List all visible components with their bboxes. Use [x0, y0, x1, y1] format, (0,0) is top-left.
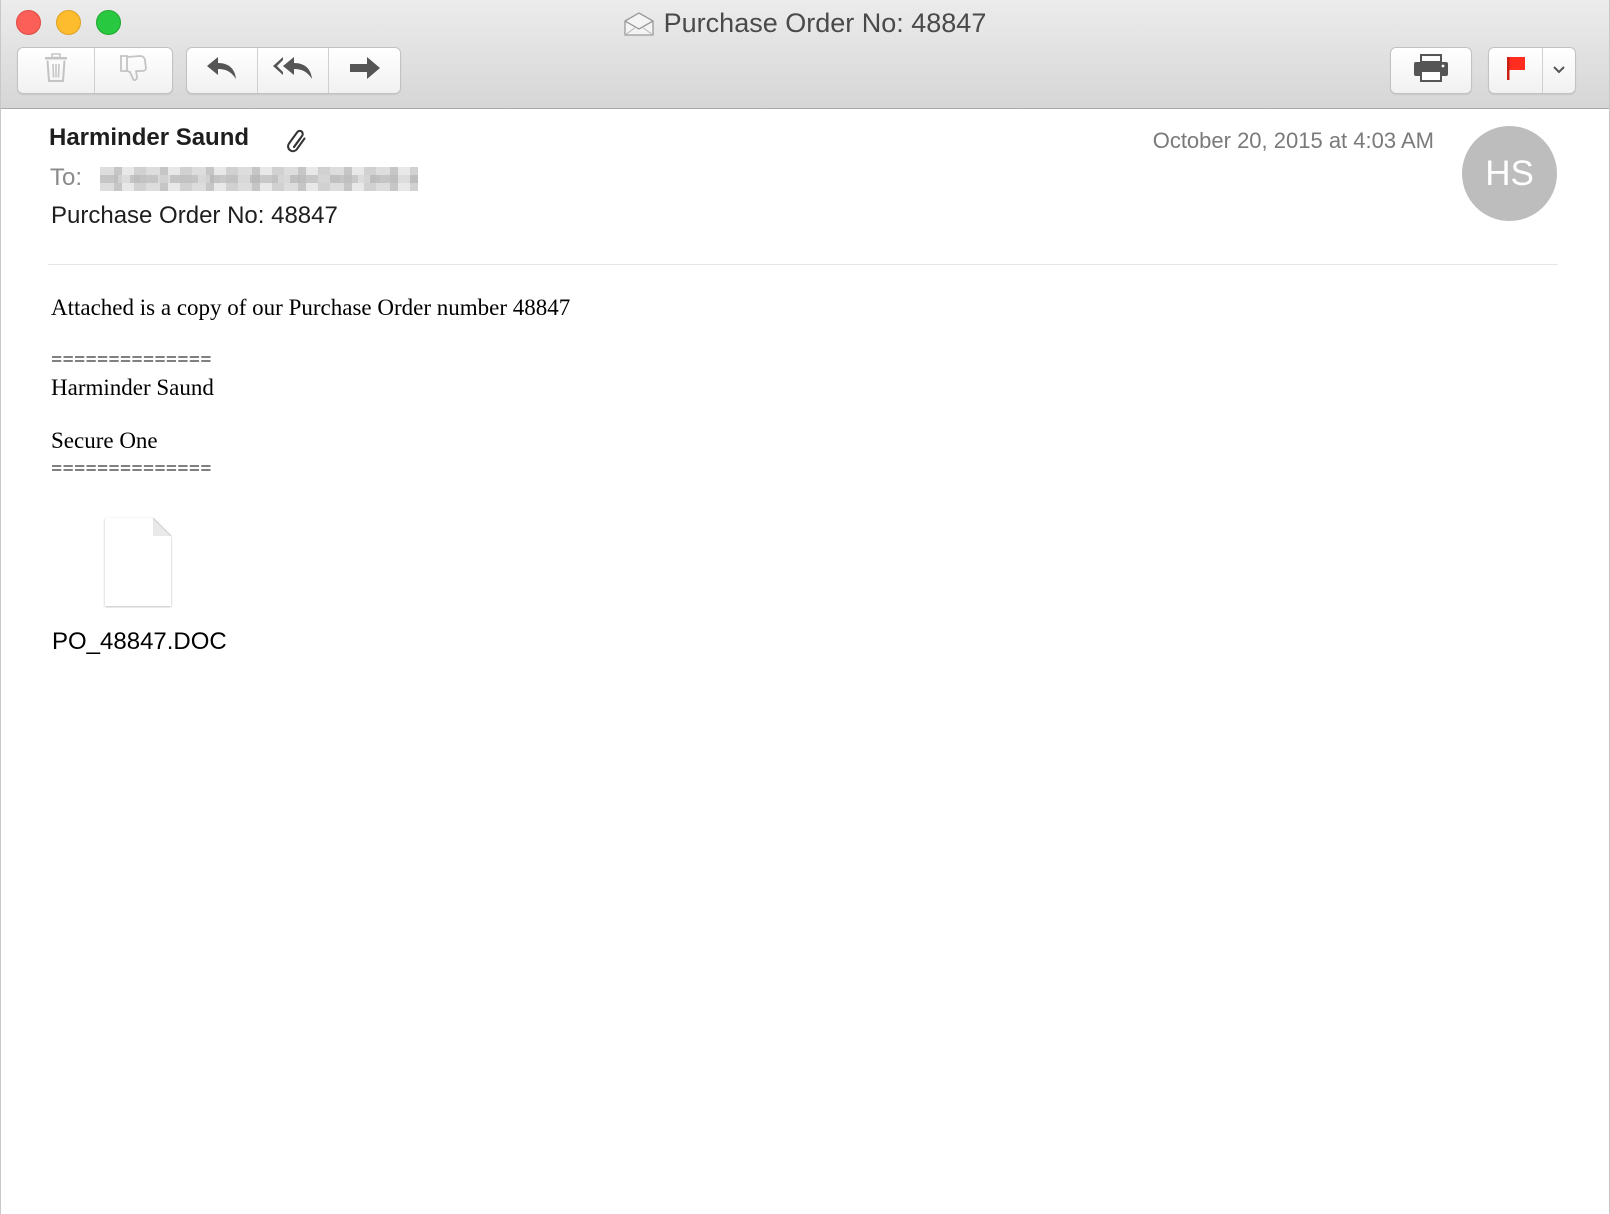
document-file-icon[interactable] [103, 516, 173, 608]
header-divider [48, 264, 1558, 265]
window-title: Purchase Order No: 48847 [663, 8, 987, 38]
signature-company: Secure One [51, 428, 158, 453]
printer-icon [1412, 53, 1450, 88]
flag-menu-button[interactable] [1543, 48, 1575, 93]
junk-button[interactable] [95, 48, 172, 93]
reply-arrow-icon [205, 54, 239, 87]
delete-junk-group [17, 47, 173, 94]
signature-name: Harminder Saund [51, 375, 214, 400]
flag-button[interactable] [1489, 48, 1543, 93]
delete-button[interactable] [18, 48, 95, 93]
print-button[interactable] [1391, 48, 1471, 93]
flag-group [1488, 47, 1576, 94]
attachment-filename[interactable]: PO_48847.DOC [52, 628, 227, 656]
to-label: To: [50, 164, 83, 191]
body-line-intro: Attached is a copy of our Purchase Order… [51, 295, 571, 320]
flag-icon [1504, 54, 1528, 87]
sender-name[interactable]: Harminder Saund [49, 124, 249, 152]
avatar: HS [1462, 126, 1557, 221]
reply-group [186, 47, 401, 94]
mail-window: Purchase Order No: 48847 Harminder Saund… [0, 0, 1610, 1214]
window-title-area: Purchase Order No: 48847 [1, 6, 1609, 40]
message-subject: Purchase Order No: 48847 [51, 202, 338, 229]
forward-arrow-icon [348, 54, 382, 87]
reply-all-button[interactable] [258, 48, 329, 93]
print-group [1390, 47, 1472, 94]
chevron-down-icon [1552, 62, 1566, 80]
title-bar: Purchase Order No: 48847 [1, 0, 1609, 109]
forward-button[interactable] [329, 48, 400, 93]
attachment[interactable]: PO_48847.DOC [51, 516, 231, 656]
reply-all-arrow-icon [271, 54, 315, 87]
message-date: October 20, 2015 at 4:03 AM [1152, 128, 1434, 153]
thumbs-down-icon [118, 53, 150, 88]
paperclip-icon [285, 128, 309, 154]
trash-icon [43, 53, 69, 88]
body-separator-bottom: ============== [51, 458, 212, 480]
reply-button[interactable] [187, 48, 258, 93]
body-separator-top: ============== [51, 349, 212, 371]
redacted-recipient [100, 167, 418, 191]
envelope-icon [624, 10, 654, 36]
